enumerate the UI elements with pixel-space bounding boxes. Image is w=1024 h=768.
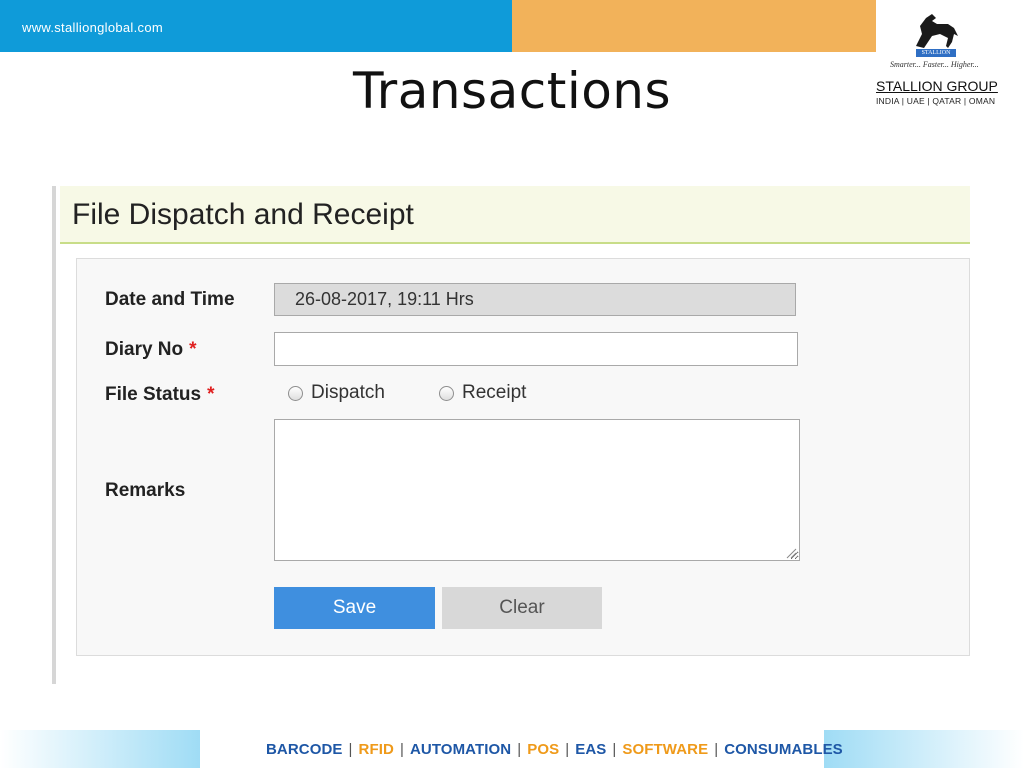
remarks-textarea[interactable]: [274, 419, 800, 561]
footer-separator: |: [612, 741, 617, 758]
diary-no-input[interactable]: [274, 332, 798, 366]
footer-separator: |: [348, 741, 353, 758]
remarks-label: Remarks: [105, 480, 186, 501]
diary-no-label: Diary No *: [105, 339, 197, 361]
footer-item-eas: EAS: [575, 741, 607, 758]
footer-item-barcode: BARCODE: [266, 741, 343, 758]
site-url: www.stallionglobal.com: [22, 20, 163, 35]
form-screenshot: File Dispatch and Receipt Date and Time …: [52, 186, 970, 684]
save-button[interactable]: Save: [274, 587, 435, 629]
radio-dispatch[interactable]: Dispatch: [288, 382, 385, 404]
footer-separator: |: [399, 741, 404, 758]
resize-grip-icon[interactable]: [785, 547, 797, 559]
file-status-label-text: File Status: [105, 384, 202, 405]
radio-circle-icon[interactable]: [288, 385, 303, 401]
footer-item-pos: POS: [527, 741, 560, 758]
footer-item-automation: AUTOMATION: [409, 741, 512, 758]
logo-badge: STALLION: [916, 49, 956, 57]
clear-button[interactable]: Clear: [442, 587, 602, 629]
slide-title: Transactions: [352, 62, 672, 120]
required-mark: *: [207, 384, 215, 405]
footer-gradient-right: [824, 730, 1024, 768]
radio-circle-icon[interactable]: [439, 385, 454, 401]
footer-item-consumables: CONSUMABLES: [724, 741, 843, 758]
footer-gradient-left: [0, 730, 200, 768]
footer-item-rfid: RFID: [358, 741, 394, 758]
footer-item-software: SOFTWARE: [622, 741, 709, 758]
radio-dispatch-label: Dispatch: [311, 382, 385, 403]
footer-separator: |: [565, 741, 570, 758]
form-title: File Dispatch and Receipt: [72, 198, 414, 231]
form-panel: Date and Time 26-08-2017, 19:11 Hrs Diar…: [76, 258, 970, 656]
date-time-field: 26-08-2017, 19:11 Hrs: [274, 283, 796, 316]
radio-receipt-label: Receipt: [462, 382, 527, 403]
required-mark: *: [189, 339, 197, 360]
date-time-label: Date and Time: [105, 289, 235, 310]
horse-icon: [916, 14, 958, 48]
diary-no-label-text: Diary No: [105, 339, 184, 360]
footer-product-links: BARCODE | RFID | AUTOMATION | POS | EAS | SOFTWARE…: [266, 741, 843, 758]
footer-separator: |: [517, 741, 522, 758]
file-status-label: File Status *: [105, 384, 214, 406]
radio-receipt[interactable]: Receipt: [439, 382, 526, 404]
footer-separator: |: [714, 741, 719, 758]
top-banner-orange: [512, 0, 876, 52]
form-header: File Dispatch and Receipt: [60, 186, 970, 244]
